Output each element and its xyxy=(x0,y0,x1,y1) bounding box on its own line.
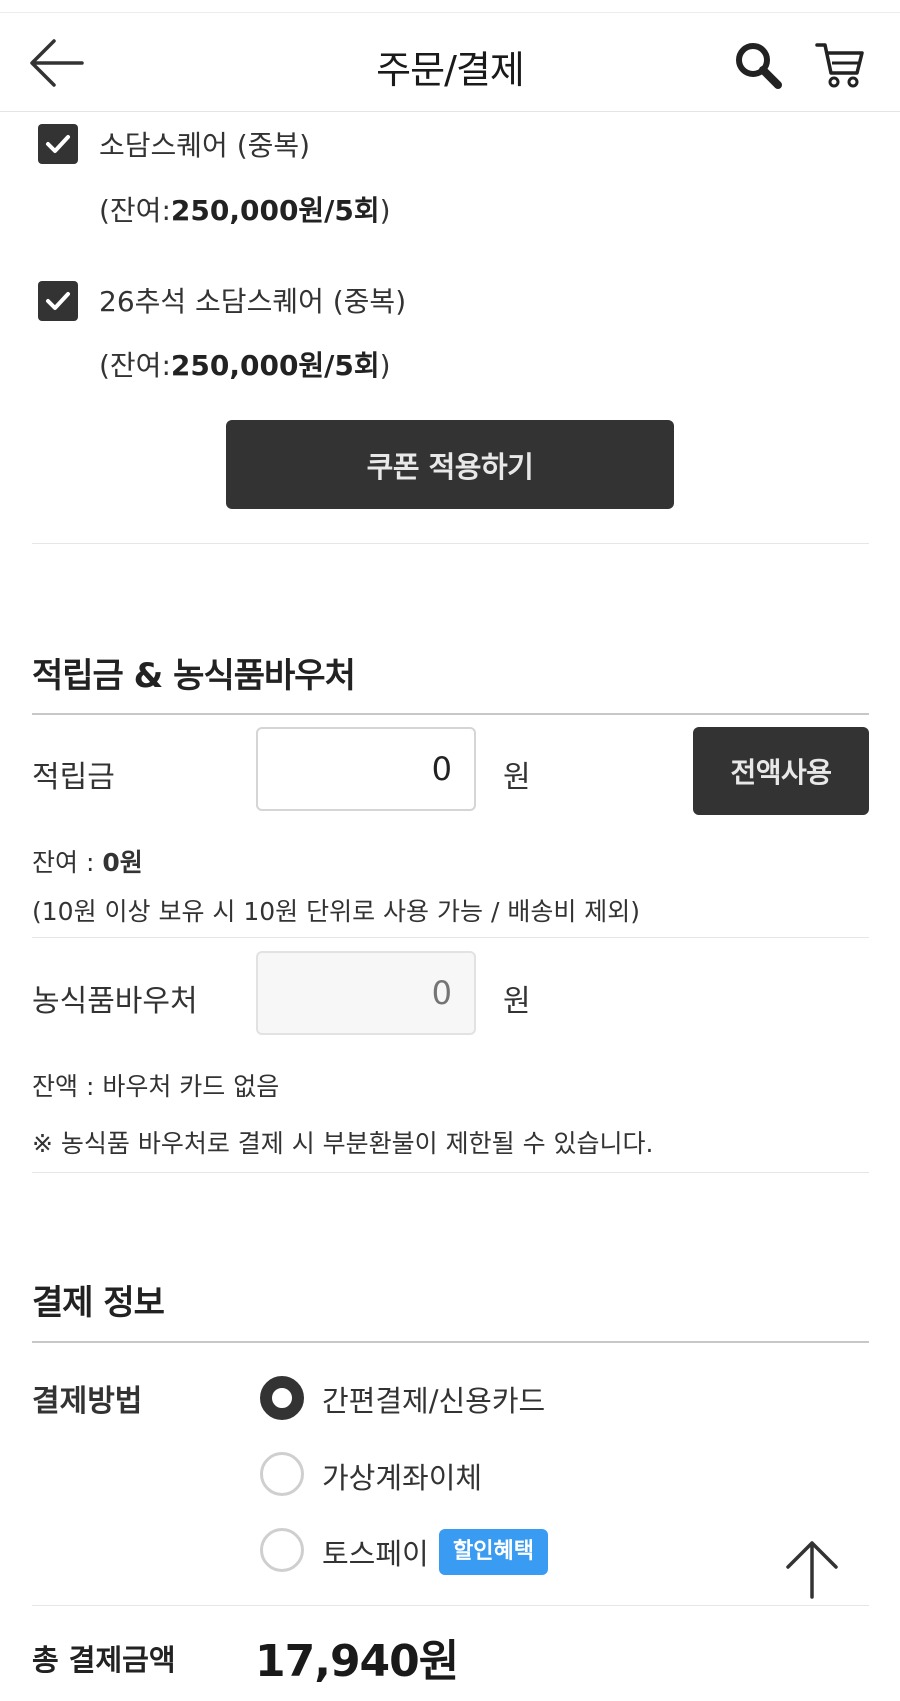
divider xyxy=(32,1172,869,1173)
payment-method-label-3[interactable]: 토스페이 xyxy=(322,1531,429,1573)
app-header: 주문/결제 xyxy=(0,13,900,112)
divider xyxy=(32,543,869,544)
points-section-title: 적립금 & 농식품바우처 xyxy=(32,656,356,696)
total-payment-label: 총 결제금액 xyxy=(32,1643,176,1677)
payment-section-title: 결제 정보 xyxy=(32,1283,165,1323)
points-input[interactable] xyxy=(256,727,476,811)
cart-button[interactable] xyxy=(814,39,866,91)
voucher-unit: 원 xyxy=(503,984,531,1019)
discount-badge: 할인혜택 xyxy=(439,1529,548,1575)
total-payment-amount: 17,940원 xyxy=(255,1636,459,1687)
section-divider xyxy=(32,713,869,715)
radio-easy-pay-card[interactable] xyxy=(260,1376,304,1420)
scroll-to-top-button[interactable] xyxy=(780,1537,844,1601)
coupon-balance-1: (잔여:250,000원/5회) xyxy=(99,194,391,227)
search-icon xyxy=(736,43,782,89)
radio-virtual-account[interactable] xyxy=(260,1452,304,1496)
coupon-checkbox-1[interactable] xyxy=(38,124,78,164)
points-label: 적립금 xyxy=(32,760,115,795)
apply-coupon-button[interactable]: 쿠폰 적용하기 xyxy=(226,420,674,509)
payment-method-label-2[interactable]: 가상계좌이체 xyxy=(322,1455,482,1497)
coupon-checkbox-2[interactable] xyxy=(38,281,78,321)
points-balance: 잔여 : 0원 xyxy=(32,848,143,877)
use-all-points-button[interactable]: 전액사용 xyxy=(693,727,869,815)
divider xyxy=(32,1605,869,1606)
voucher-note: ※ 농식품 바우처로 결제 시 부분환불이 제한될 수 있습니다. xyxy=(32,1129,654,1158)
payment-method-label: 결제방법 xyxy=(32,1384,143,1419)
status-bar-area xyxy=(0,0,900,13)
voucher-input xyxy=(256,951,476,1035)
coupon-name-2: 26추석 소담스퀘어 (중복) xyxy=(99,285,407,318)
divider xyxy=(32,937,869,938)
cart-icon xyxy=(815,43,864,88)
section-divider xyxy=(32,1341,869,1343)
voucher-label: 농식품바우처 xyxy=(32,984,198,1019)
coupon-name-1: 소담스퀘어 (중복) xyxy=(99,129,311,162)
payment-method-label-1[interactable]: 간편결제/신용카드 xyxy=(322,1378,545,1420)
points-unit: 원 xyxy=(503,760,531,795)
points-note: (10원 이상 보유 시 10원 단위로 사용 가능 / 배송비 제외) xyxy=(32,897,641,926)
checkmark-icon xyxy=(46,135,70,153)
radio-toss-pay[interactable] xyxy=(260,1528,304,1572)
search-button[interactable] xyxy=(732,39,784,91)
arrow-up-icon xyxy=(786,1541,838,1599)
voucher-balance: 잔액 : 바우처 카드 없음 xyxy=(32,1072,280,1101)
coupon-balance-2: (잔여:250,000원/5회) xyxy=(99,349,391,382)
checkmark-icon xyxy=(46,292,70,310)
